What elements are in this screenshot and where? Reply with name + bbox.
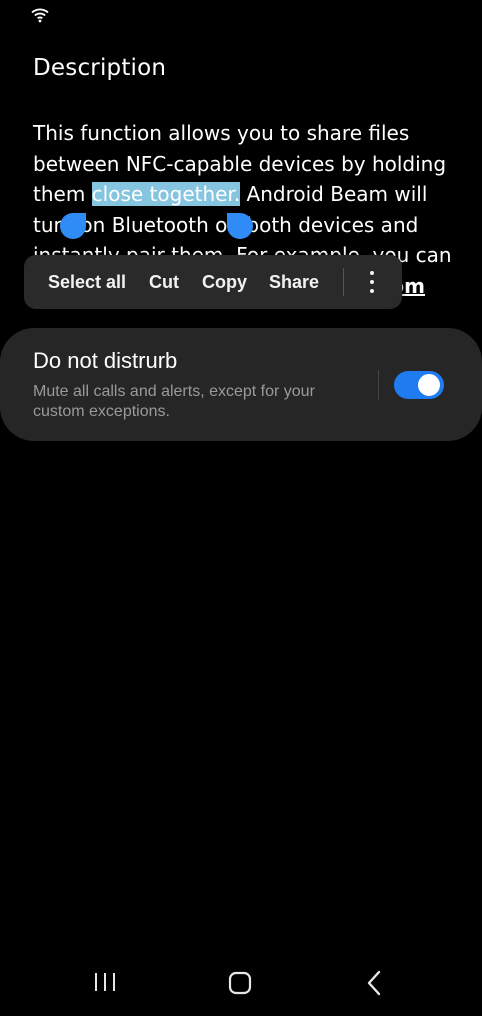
text-after-selection: Android Beam will (240, 182, 428, 207)
selection-start-handle[interactable] (60, 213, 86, 239)
description-title: Description (33, 55, 167, 81)
share-button[interactable]: Share (269, 255, 319, 309)
toggle-knob (416, 372, 442, 398)
text-selection-menu: Select all Cut Copy Share (24, 255, 402, 309)
do-not-disturb-toggle[interactable] (394, 371, 444, 399)
selected-text[interactable]: close together. (91, 182, 241, 207)
cut-button[interactable]: Cut (149, 255, 179, 309)
home-icon[interactable] (228, 971, 252, 995)
description-line: This function allows you to share files (33, 121, 410, 145)
description-line: them close together. Android Beam will (33, 179, 453, 210)
back-icon[interactable] (366, 970, 382, 996)
setting-title: Do not distrurb (33, 348, 178, 373)
do-not-disturb-setting[interactable]: Do not distrurb Mute all calls and alert… (0, 328, 482, 441)
setting-summary: Mute all calls and alerts, except for yo… (33, 383, 315, 420)
navigation-bar (0, 950, 482, 1016)
description-line: between NFC-capable devices by holding (33, 151, 447, 176)
text-before-selection: them (33, 182, 92, 207)
selection-end-handle[interactable] (227, 213, 253, 239)
setting-divider (378, 370, 379, 400)
more-vertical-icon[interactable] (364, 269, 380, 295)
status-bar (0, 0, 482, 30)
menu-divider (343, 268, 344, 296)
recents-icon[interactable] (93, 972, 117, 992)
select-all-button[interactable]: Select all (48, 255, 126, 309)
copy-button[interactable]: Copy (202, 255, 247, 309)
wifi-icon (31, 8, 49, 23)
